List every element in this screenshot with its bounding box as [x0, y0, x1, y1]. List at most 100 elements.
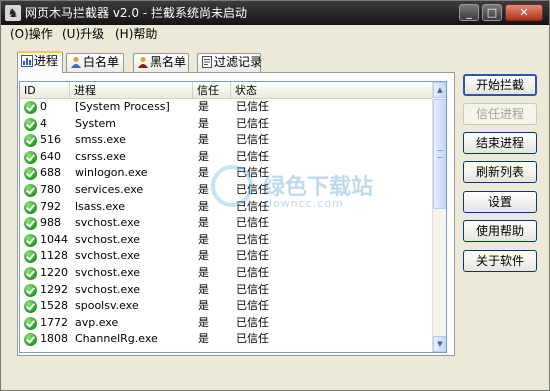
start-intercept-button[interactable]: 开始拦截: [463, 74, 537, 96]
scroll-up-button[interactable]: ▲: [433, 82, 446, 98]
column-header-id[interactable]: ID: [20, 82, 70, 99]
vertical-scrollbar[interactable]: ▲ ▼: [432, 82, 446, 352]
cell-id: 988: [40, 216, 61, 230]
blacklist-icon: [138, 57, 148, 68]
column-header-status[interactable]: 状态: [231, 82, 432, 99]
cell-trust: 是: [198, 332, 209, 346]
cell-process: svchost.exe: [75, 282, 141, 296]
scroll-down-button[interactable]: ▼: [433, 336, 446, 352]
green-check-icon: [24, 117, 37, 131]
green-check-icon: [24, 167, 37, 181]
tab-blacklist[interactable]: 黑名单: [133, 53, 189, 72]
cell-id: 1128: [40, 249, 68, 263]
table-row[interactable]: 780 services.exe 是 已信任: [20, 182, 432, 199]
cell-process: lsass.exe: [75, 199, 125, 213]
title-bar[interactable]: ♞ 网页木马拦截器 v2.0 - 拦截系统尚未启动 _ □ ✕: [1, 1, 549, 25]
tab-filter-log[interactable]: 过滤记录: [197, 53, 262, 72]
table-row[interactable]: 1044 svchost.exe 是 已信任: [20, 232, 432, 249]
trust-process-button: 信任进程: [463, 103, 537, 125]
main-window: ♞ 网页木马拦截器 v2.0 - 拦截系统尚未启动 _ □ ✕ (O)操作 (U…: [0, 0, 550, 391]
cell-process: [System Process]: [75, 100, 170, 113]
cell-trust: 是: [198, 232, 209, 246]
menu-help[interactable]: (H)帮助: [115, 27, 157, 41]
cell-process: svchost.exe: [75, 265, 141, 279]
tab-process[interactable]: 进程: [17, 51, 63, 73]
cell-trust: 是: [198, 149, 209, 163]
cell-status: 已信任: [236, 149, 269, 163]
green-check-icon: [24, 101, 37, 114]
cell-process: svchost.exe: [75, 216, 141, 230]
table-row[interactable]: 1772 avp.exe 是 已信任: [20, 315, 432, 332]
table-row[interactable]: 1528 spoolsv.exe 是 已信任: [20, 298, 432, 315]
table-row[interactable]: 688 winlogon.exe 是 已信任: [20, 165, 432, 182]
cell-process: avp.exe: [75, 315, 119, 329]
table-row[interactable]: 988 svchost.exe 是 已信任: [20, 215, 432, 232]
maximize-button[interactable]: □: [482, 4, 502, 21]
column-header-trust[interactable]: 信任: [193, 82, 231, 99]
process-icon: [21, 55, 33, 67]
cell-trust: 是: [198, 133, 209, 147]
green-check-icon: [24, 150, 37, 164]
cell-status: 已信任: [236, 232, 269, 246]
cell-status: 已信任: [236, 332, 269, 346]
green-check-icon: [24, 250, 37, 264]
end-process-button[interactable]: 结束进程: [463, 132, 537, 154]
menu-upgrade[interactable]: (U)升级: [62, 27, 104, 41]
green-check-icon: [24, 316, 37, 330]
close-button[interactable]: ✕: [505, 4, 543, 21]
cell-process: svchost.exe: [75, 232, 141, 246]
table-row[interactable]: 1220 svchost.exe 是 已信任: [20, 265, 432, 282]
table-row[interactable]: 1808 ChannelRg.exe 是 已信任: [20, 331, 432, 348]
cell-trust: 是: [198, 199, 209, 213]
cell-process: winlogon.exe: [75, 166, 148, 180]
cell-id: 0: [40, 100, 47, 113]
cell-id: 1808: [40, 332, 68, 346]
menu-operate[interactable]: (O)操作: [10, 27, 53, 41]
cell-id: 1220: [40, 265, 68, 279]
tab-whitelist-label: 白名单: [83, 55, 120, 69]
cell-process: services.exe: [75, 182, 144, 196]
refresh-list-button[interactable]: 刷新列表: [463, 161, 537, 183]
about-button[interactable]: 关于软件: [463, 250, 537, 272]
list-header: ID 进程 信任 状态: [20, 82, 432, 99]
cell-trust: 是: [198, 100, 209, 113]
cell-trust: 是: [198, 182, 209, 196]
minimize-button[interactable]: _: [459, 4, 479, 21]
column-header-process[interactable]: 进程: [70, 82, 193, 99]
table-row[interactable]: 640 csrss.exe 是 已信任: [20, 149, 432, 166]
green-check-icon: [24, 300, 37, 314]
table-row[interactable]: 516 smss.exe 是 已信任: [20, 132, 432, 149]
cell-id: 1292: [40, 282, 68, 296]
whitelist-icon: [71, 57, 81, 68]
tab-whitelist[interactable]: 白名单: [66, 53, 124, 72]
cell-status: 已信任: [236, 133, 269, 147]
green-check-icon: [24, 283, 37, 297]
list-rows: 0 [System Process] 是已信任 4 System 是已信任 516 smss.…: [20, 99, 432, 348]
cell-id: 688: [40, 166, 61, 180]
cell-status: 已信任: [236, 249, 269, 263]
cell-process: csrss.exe: [75, 149, 126, 163]
table-row[interactable]: 1128 svchost.exe 是 已信任: [20, 248, 432, 265]
cell-id: 4: [40, 116, 47, 130]
tab-process-label: 进程: [34, 54, 59, 68]
table-row[interactable]: 4 System 是 已信任: [20, 116, 432, 133]
table-row[interactable]: 0 [System Process] 是 已信任: [20, 99, 432, 116]
settings-button[interactable]: 设置: [463, 191, 537, 213]
cell-trust: 是: [198, 315, 209, 329]
window-title: 网页木马拦截器 v2.0 - 拦截系统尚未启动: [25, 6, 247, 20]
table-row[interactable]: 792 lsass.exe 是 已信任: [20, 199, 432, 216]
cell-status: 已信任: [236, 315, 269, 329]
table-row[interactable]: 1292 svchost.exe 是 已信任: [20, 282, 432, 299]
log-icon: [202, 56, 212, 68]
green-check-icon: [24, 183, 37, 197]
green-check-icon: [24, 217, 37, 231]
arrow-down-icon: ▼: [437, 340, 443, 348]
cell-trust: 是: [198, 216, 209, 230]
help-button[interactable]: 使用帮助: [463, 220, 537, 242]
cell-status: 已信任: [236, 299, 269, 313]
process-list[interactable]: ID 进程 信任 状态 0 [System Process] 是已信任 4 System…: [19, 81, 447, 353]
tab-blacklist-label: 黑名单: [150, 55, 187, 69]
cell-process: spoolsv.exe: [75, 299, 139, 313]
horse-icon[interactable]: ♞: [5, 5, 21, 21]
scroll-thumb[interactable]: [433, 99, 446, 209]
